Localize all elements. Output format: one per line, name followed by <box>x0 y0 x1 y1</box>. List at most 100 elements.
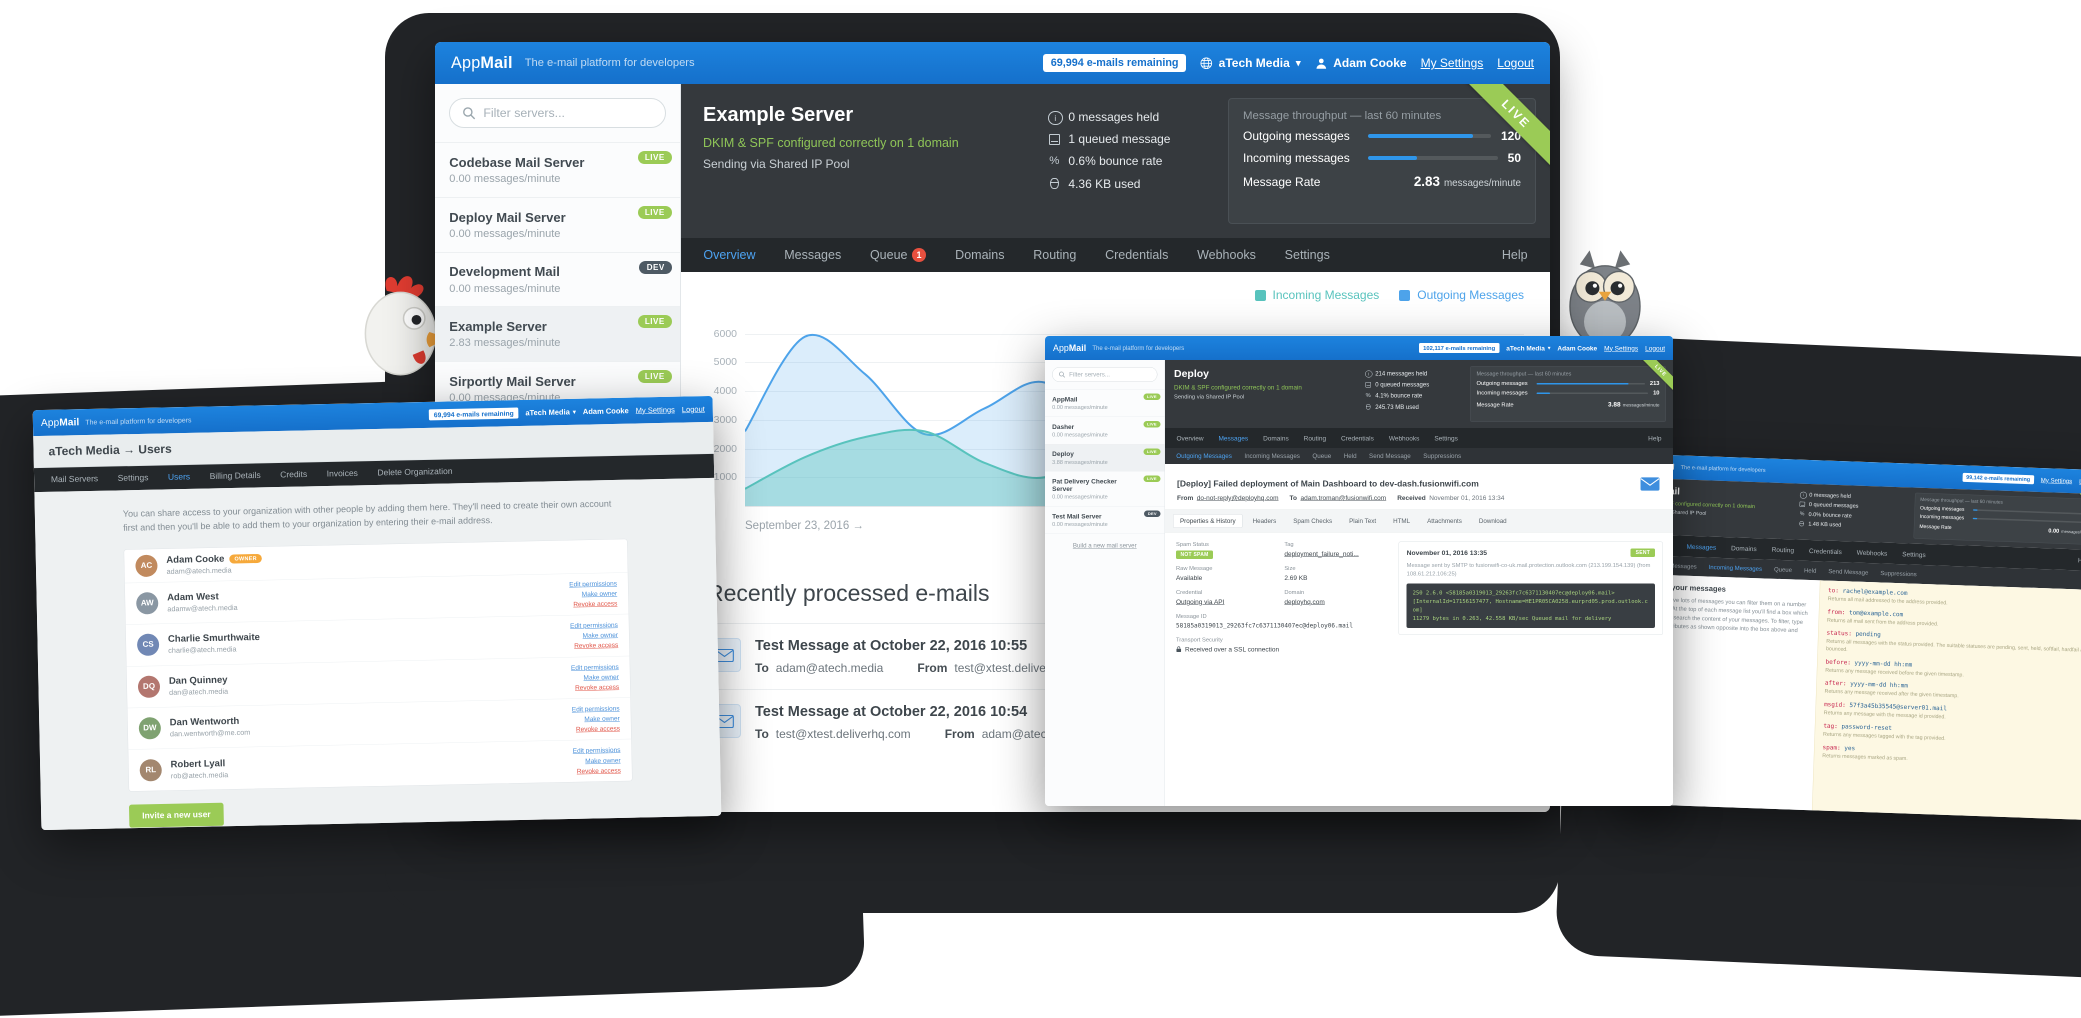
subnav-item[interactable]: Held <box>1798 567 1823 575</box>
message-tab[interactable]: Headers <box>1246 514 1284 528</box>
server-list-item[interactable]: Codebase Mail Server 0.00 messages/minut… <box>435 142 680 197</box>
org-switcher[interactable]: aTech Media ▾ <box>1200 56 1301 70</box>
message-tab[interactable]: HTML <box>1386 514 1417 528</box>
user-menu[interactable]: Adam Cooke <box>583 406 629 415</box>
subnav-item[interactable]: Suppressions <box>1417 453 1467 460</box>
org-nav-tab[interactable]: Billing Details <box>200 470 271 481</box>
server-rate: 0.00 messages/minute <box>449 173 561 186</box>
nav-tab[interactable]: Messages <box>1679 542 1724 551</box>
nav-tab[interactable]: Queue 1 <box>856 248 941 262</box>
org-nav-tab[interactable]: Invoices <box>317 468 368 479</box>
nav-tab[interactable]: Overview <box>1169 434 1211 442</box>
org-nav-tab[interactable]: Credits <box>270 469 317 480</box>
revoke-access-link[interactable]: Revoke access <box>571 682 619 693</box>
my-settings-link[interactable]: My Settings <box>636 405 675 414</box>
nav-tab[interactable]: Settings <box>1895 550 1934 559</box>
nav-tab[interactable]: Domains <box>1256 434 1297 442</box>
org-nav-tab[interactable]: Delete Organization <box>368 466 463 478</box>
nav-tab[interactable]: Domains <box>941 248 1019 262</box>
revoke-access-link[interactable]: Revoke access <box>570 640 618 651</box>
server-list-item[interactable]: Deploy 3.88 messages/minute LIVE <box>1045 443 1165 472</box>
subnav-item[interactable]: Outgoing Messages <box>1170 453 1238 460</box>
nav-tab[interactable]: Routing <box>1764 545 1802 554</box>
subnav-item[interactable]: Send Message <box>1363 453 1417 460</box>
nav-tab[interactable]: Overview <box>689 248 770 262</box>
subnav-item[interactable]: Held <box>1337 453 1362 460</box>
property-value-text[interactable]: deployment_failure_noti... <box>1284 550 1358 558</box>
nav-tab[interactable]: Settings <box>1427 434 1465 442</box>
revoke-access-link[interactable]: Revoke access <box>573 765 621 776</box>
property-value-text[interactable]: deployhq.com <box>1284 598 1324 606</box>
nav-tab[interactable]: Webhooks <box>1183 248 1271 262</box>
users-card: AC Adam Cooke OWNER adam@atech.media Edi… <box>123 538 633 792</box>
invite-new-user-button[interactable]: Invite a new user <box>128 802 224 828</box>
org-nav-tab[interactable]: Users <box>158 472 200 483</box>
from-address-link[interactable]: do-not-reply@deployhq.com <box>1197 494 1279 502</box>
user-menu[interactable]: Adam Cooke <box>1315 56 1407 70</box>
nav-tab[interactable]: Settings <box>1270 248 1344 262</box>
nav-tab[interactable]: Webhooks <box>1381 434 1427 442</box>
nav-tab[interactable]: Routing <box>1019 248 1091 262</box>
property-value-text[interactable]: Available <box>1176 574 1202 582</box>
logout-link[interactable]: Logout <box>1645 344 1665 352</box>
nav-tab[interactable]: Credentials <box>1334 434 1382 442</box>
subnav-item[interactable]: Incoming Messages <box>1238 453 1306 460</box>
server-name: Dasher <box>1052 422 1075 431</box>
org-switcher[interactable]: aTech Media ▾ <box>525 408 576 417</box>
my-settings-link[interactable]: My Settings <box>1604 344 1638 352</box>
org-switcher[interactable]: aTech Media ▾ <box>1506 344 1550 352</box>
property-value-text[interactable]: 2.69 KB <box>1284 574 1307 582</box>
nav-tab[interactable]: Routing <box>1296 434 1333 442</box>
nav-tab[interactable]: Credentials <box>1091 248 1183 262</box>
message-tab[interactable]: Properties & History <box>1173 514 1243 528</box>
subnav-item[interactable]: Send Message <box>1822 567 1874 576</box>
subnav-item[interactable]: Incoming Messages <box>1703 563 1769 573</box>
property-value: deployment_failure_noti... <box>1284 550 1387 558</box>
help-tab[interactable]: Help <box>1488 248 1542 262</box>
nav-tab[interactable]: Webhooks <box>1849 548 1895 557</box>
my-settings-link[interactable]: My Settings <box>1421 56 1484 70</box>
server-list-item[interactable]: Example Server 2.83 messages/minute LIVE <box>435 306 680 361</box>
user-menu[interactable]: Adam Cooke <box>1557 344 1597 352</box>
revoke-access-link[interactable]: Revoke access <box>572 724 620 735</box>
nav-tab[interactable]: Messages <box>1211 434 1256 442</box>
nav-tab[interactable]: Domains <box>1723 544 1764 553</box>
server-list-item[interactable]: Deploy Mail Server 0.00 messages/minute … <box>435 196 680 252</box>
server-list-item[interactable]: Dasher 0.00 messages/minute LIVE <box>1045 416 1165 443</box>
message-tab[interactable]: Attachments <box>1420 514 1469 528</box>
appmail-logo[interactable]: AppMail <box>451 54 513 73</box>
nav-tab[interactable]: Messages <box>770 248 856 262</box>
logout-link[interactable]: Logout <box>1497 56 1534 70</box>
to-address-link[interactable]: adam.troman@fusionwifi.com <box>1300 494 1386 502</box>
help-tab[interactable]: Help <box>2070 556 2081 564</box>
my-settings-link[interactable]: My Settings <box>2041 477 2073 485</box>
property-value-text[interactable]: NOT SPAM <box>1176 550 1214 559</box>
nav-tabs: Overview Messages Queue 1 Domains Routin… <box>689 248 1344 262</box>
property-value-text[interactable]: Outgoing via API <box>1176 598 1224 606</box>
help-tab[interactable]: Help <box>1641 434 1669 442</box>
server-filter-input[interactable] <box>449 98 666 129</box>
subnav-item[interactable]: Suppressions <box>1874 569 1923 578</box>
user-name-line: Dan Quinney <box>169 675 228 687</box>
server-list-item[interactable]: Development Mail 0.00 messages/minute DE… <box>435 251 680 307</box>
server-filter-input[interactable] <box>1052 367 1158 383</box>
subnav-item[interactable]: Queue <box>1768 566 1798 574</box>
server-list-item[interactable]: Pat Delivery Checker Server 0.00 message… <box>1045 471 1165 506</box>
org-nav-tab[interactable]: Settings <box>108 473 158 484</box>
recent-email-body: Test Message at October 22, 2016 10:54 T… <box>755 704 1089 741</box>
logout-link[interactable]: Logout <box>682 405 705 414</box>
appmail-logo[interactable]: AppMail <box>1053 343 1086 354</box>
appmail-logo[interactable]: AppMail <box>41 416 80 428</box>
message-tab[interactable]: Plain Text <box>1342 514 1383 528</box>
message-tab[interactable]: Spam Checks <box>1286 514 1339 528</box>
server-list-item[interactable]: AppMail 0.00 messages/minute LIVE <box>1045 389 1165 416</box>
server-list-item[interactable]: Test Mail Server 0.00 messages/minute DE… <box>1045 506 1165 534</box>
revoke-access-link[interactable]: Revoke access <box>570 598 618 609</box>
stat-label: 0 messages held <box>1809 491 1851 500</box>
subnav-item[interactable]: Queue <box>1306 453 1337 460</box>
build-new-server-link[interactable]: Build a new mail server <box>1073 542 1137 549</box>
user-actions: Edit permissions Make owner Revoke acces… <box>572 703 620 734</box>
org-nav-tab[interactable]: Mail Servers <box>41 474 108 485</box>
message-tab[interactable]: Download <box>1472 514 1514 528</box>
nav-tab[interactable]: Credentials <box>1801 546 1849 556</box>
